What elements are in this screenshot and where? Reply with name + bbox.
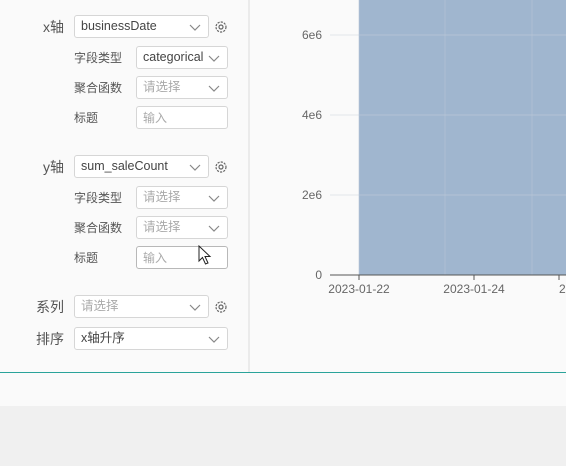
x-tick-label: 20 <box>559 282 566 296</box>
series-placeholder: 请选择 <box>81 299 119 313</box>
gear-icon[interactable] <box>214 160 228 174</box>
y-axis-field-type-placeholder: 请选择 <box>143 190 181 204</box>
workspace: x轴 businessDate 字段类型 categorical 聚合函数 请选… <box>0 0 566 373</box>
gear-icon[interactable] <box>214 20 228 34</box>
gear-icon[interactable] <box>214 300 228 314</box>
x-axis-field-select[interactable]: businessDate <box>74 15 209 38</box>
chevron-down-icon <box>208 336 220 343</box>
x-axis-field-type-value: categorical <box>143 50 203 64</box>
spacer <box>0 373 566 406</box>
chevron-down-icon <box>189 304 201 311</box>
sort-value: x轴升序 <box>81 331 125 345</box>
x-axis-agg-placeholder: 请选择 <box>143 80 181 94</box>
bottom-panel <box>0 406 566 466</box>
y-axis-field-select[interactable]: sum_saleCount <box>74 155 209 178</box>
sort-label: 排序 <box>36 331 64 347</box>
y-axis-agg-placeholder: 请选择 <box>143 220 181 234</box>
chart-bar <box>359 0 566 275</box>
y-tick-label: 0 <box>315 268 322 282</box>
y-axis-field-type-label: 字段类型 <box>74 191 123 205</box>
y-tick-label: 2e6 <box>302 188 322 202</box>
x-axis-agg-label: 聚合函数 <box>74 81 123 95</box>
series-label: 系列 <box>36 299 64 315</box>
x-axis-field-type-label: 字段类型 <box>74 51 123 65</box>
x-tick-label: 2023-01-24 <box>443 282 505 296</box>
y-tick-label: 6e6 <box>302 28 322 42</box>
x-axis-title-label: 标题 <box>74 111 99 125</box>
y-axis-title-input[interactable] <box>136 246 228 269</box>
y-axis-field-value: sum_saleCount <box>81 159 168 173</box>
y-axis-title-label: 标题 <box>74 251 99 265</box>
y-axis-label: y轴 <box>43 159 64 175</box>
series-select[interactable]: 请选择 <box>74 295 209 318</box>
chevron-down-icon <box>208 85 220 92</box>
bar-chart: 0 2e6 4e6 6e6 2023-01-22 2023-01-24 20 <box>302 0 566 296</box>
chevron-down-icon <box>189 24 201 31</box>
chevron-down-icon <box>208 195 220 202</box>
x-axis-label: x轴 <box>43 19 64 35</box>
x-tick-label: 2023-01-22 <box>328 282 390 296</box>
mouse-cursor-icon <box>198 245 212 265</box>
sort-select[interactable]: x轴升序 <box>74 327 228 350</box>
chart-area: 0 2e6 4e6 6e6 2023-01-22 2023-01-24 20 <box>250 0 566 373</box>
chevron-down-icon <box>208 225 220 232</box>
y-tick-label: 4e6 <box>302 108 322 122</box>
x-axis-agg-select[interactable]: 请选择 <box>136 76 228 99</box>
y-axis-field-type-select[interactable]: 请选择 <box>136 186 228 209</box>
chart-config-panel: x轴 businessDate 字段类型 categorical 聚合函数 请选… <box>0 0 249 373</box>
y-axis-agg-label: 聚合函数 <box>74 221 123 235</box>
chevron-down-icon <box>189 164 201 171</box>
chevron-down-icon <box>208 55 220 62</box>
x-axis-field-type-select[interactable]: categorical <box>136 46 228 69</box>
x-axis-field-value: businessDate <box>81 19 157 33</box>
y-axis-agg-select[interactable]: 请选择 <box>136 216 228 239</box>
x-axis-title-input[interactable] <box>136 106 228 129</box>
